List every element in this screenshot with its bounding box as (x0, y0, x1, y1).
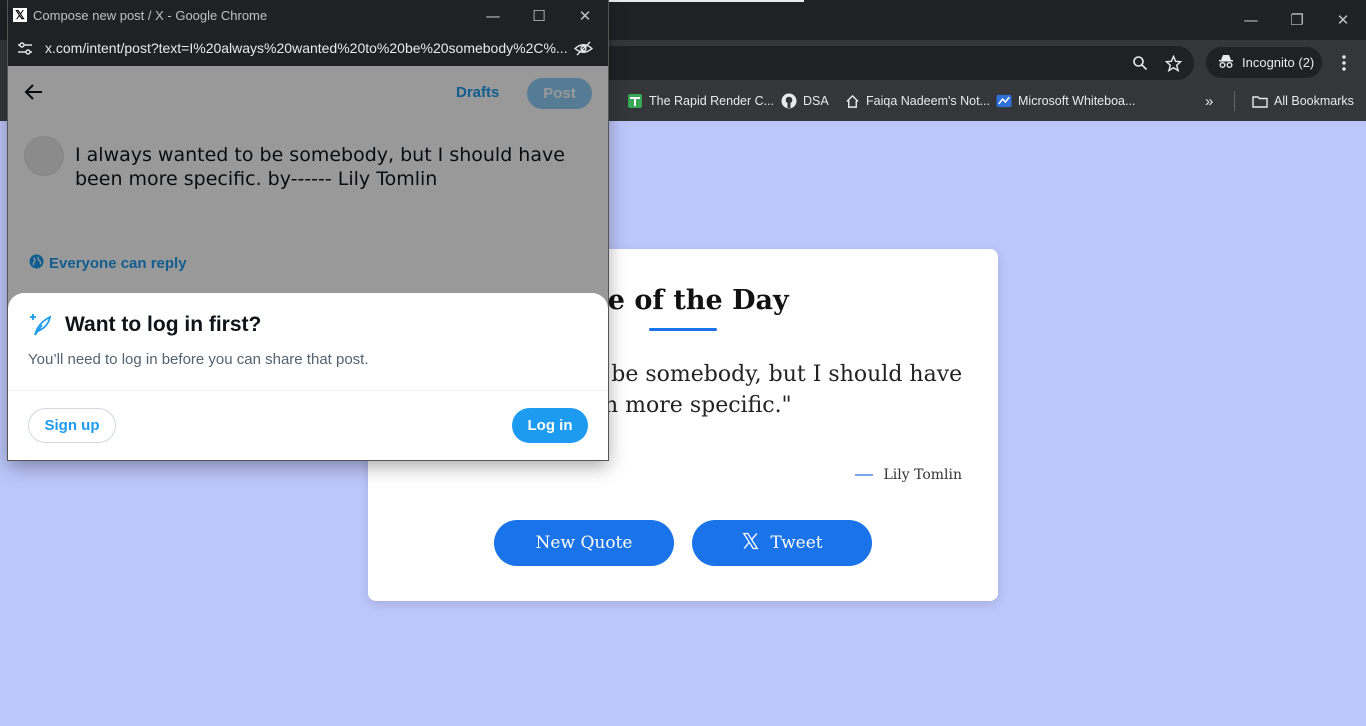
new-quote-label: New Quote (535, 533, 633, 553)
github-icon (781, 93, 797, 109)
compose-popup-window: 𝕏 Compose new post / X - Google Chrome —… (8, 0, 608, 460)
minimize-icon[interactable]: — (1238, 8, 1264, 32)
eye-off-icon[interactable] (574, 41, 593, 60)
active-tab-indicator (609, 0, 804, 2)
x-logo-icon (741, 532, 760, 555)
close-icon[interactable]: ✕ (1330, 8, 1356, 32)
all-bookmarks-button[interactable]: All Bookmarks (1252, 91, 1354, 111)
x-favicon-icon: 𝕏 (13, 8, 27, 22)
tweet-label: Tweet (770, 533, 823, 553)
bookmark-rapid-render[interactable]: The Rapid Render C... (627, 91, 774, 111)
bookmark-dsa[interactable]: DSA (781, 91, 829, 111)
bookmark-star-icon[interactable] (1162, 52, 1184, 74)
sheet-title: Want to log in first? (65, 313, 262, 336)
feather-plus-icon (28, 313, 54, 341)
incognito-button[interactable]: Incognito (2) (1206, 47, 1322, 78)
compose-content: Drafts Post I always wanted to be somebo… (8, 66, 608, 460)
tweet-button[interactable]: Tweet (692, 520, 872, 566)
title-underline (649, 328, 717, 331)
popup-minimize-icon[interactable]: — (480, 4, 506, 28)
popup-window-title: Compose new post / X - Google Chrome (33, 8, 268, 23)
bookmark-microsoft-whiteboard[interactable]: Microsoft Whiteboa... (996, 91, 1135, 111)
menu-icon[interactable] (1333, 52, 1355, 74)
incognito-label: Incognito (2) (1242, 55, 1315, 70)
bookmarks-divider (1234, 91, 1235, 111)
author-line: Lily Tomlin (855, 467, 962, 483)
popup-url[interactable]: x.com/intent/post?text=I%20always%20want… (45, 40, 568, 56)
sign-up-button[interactable]: Sign up (28, 408, 116, 443)
log-in-button[interactable]: Log in (512, 408, 588, 443)
home-icon (844, 93, 860, 109)
sheet-divider (8, 390, 608, 391)
restore-icon[interactable]: ❐ (1284, 8, 1310, 32)
address-bar[interactable] (609, 46, 1194, 80)
quote-text: o be somebody, but I should have en more… (591, 362, 963, 418)
new-quote-button[interactable]: New Quote (494, 520, 674, 566)
popup-maximize-icon[interactable]: ☐ (526, 4, 552, 28)
author-dash (855, 474, 874, 476)
green-doc-icon (627, 93, 643, 109)
site-settings-icon[interactable] (17, 41, 33, 60)
zoom-icon[interactable] (1129, 52, 1151, 74)
popup-titlebar: 𝕏 Compose new post / X - Google Chrome —… (8, 0, 608, 32)
popup-close-icon[interactable]: ✕ (572, 4, 598, 28)
whiteboard-icon (996, 93, 1012, 109)
incognito-icon (1218, 54, 1234, 71)
sheet-description: You’ll need to log in before you can sha… (28, 351, 369, 368)
author-name: Lily Tomlin (883, 467, 962, 483)
login-sheet: Want to log in first? You’ll need to log… (8, 293, 608, 460)
bookmarks-overflow-chevron-icon[interactable]: » (1205, 91, 1213, 111)
folder-icon (1252, 93, 1268, 109)
popup-urlbar: x.com/intent/post?text=I%20always%20want… (8, 32, 608, 66)
bookmark-faiqa-notes[interactable]: Faiqa Nadeem's Not... (844, 91, 990, 111)
